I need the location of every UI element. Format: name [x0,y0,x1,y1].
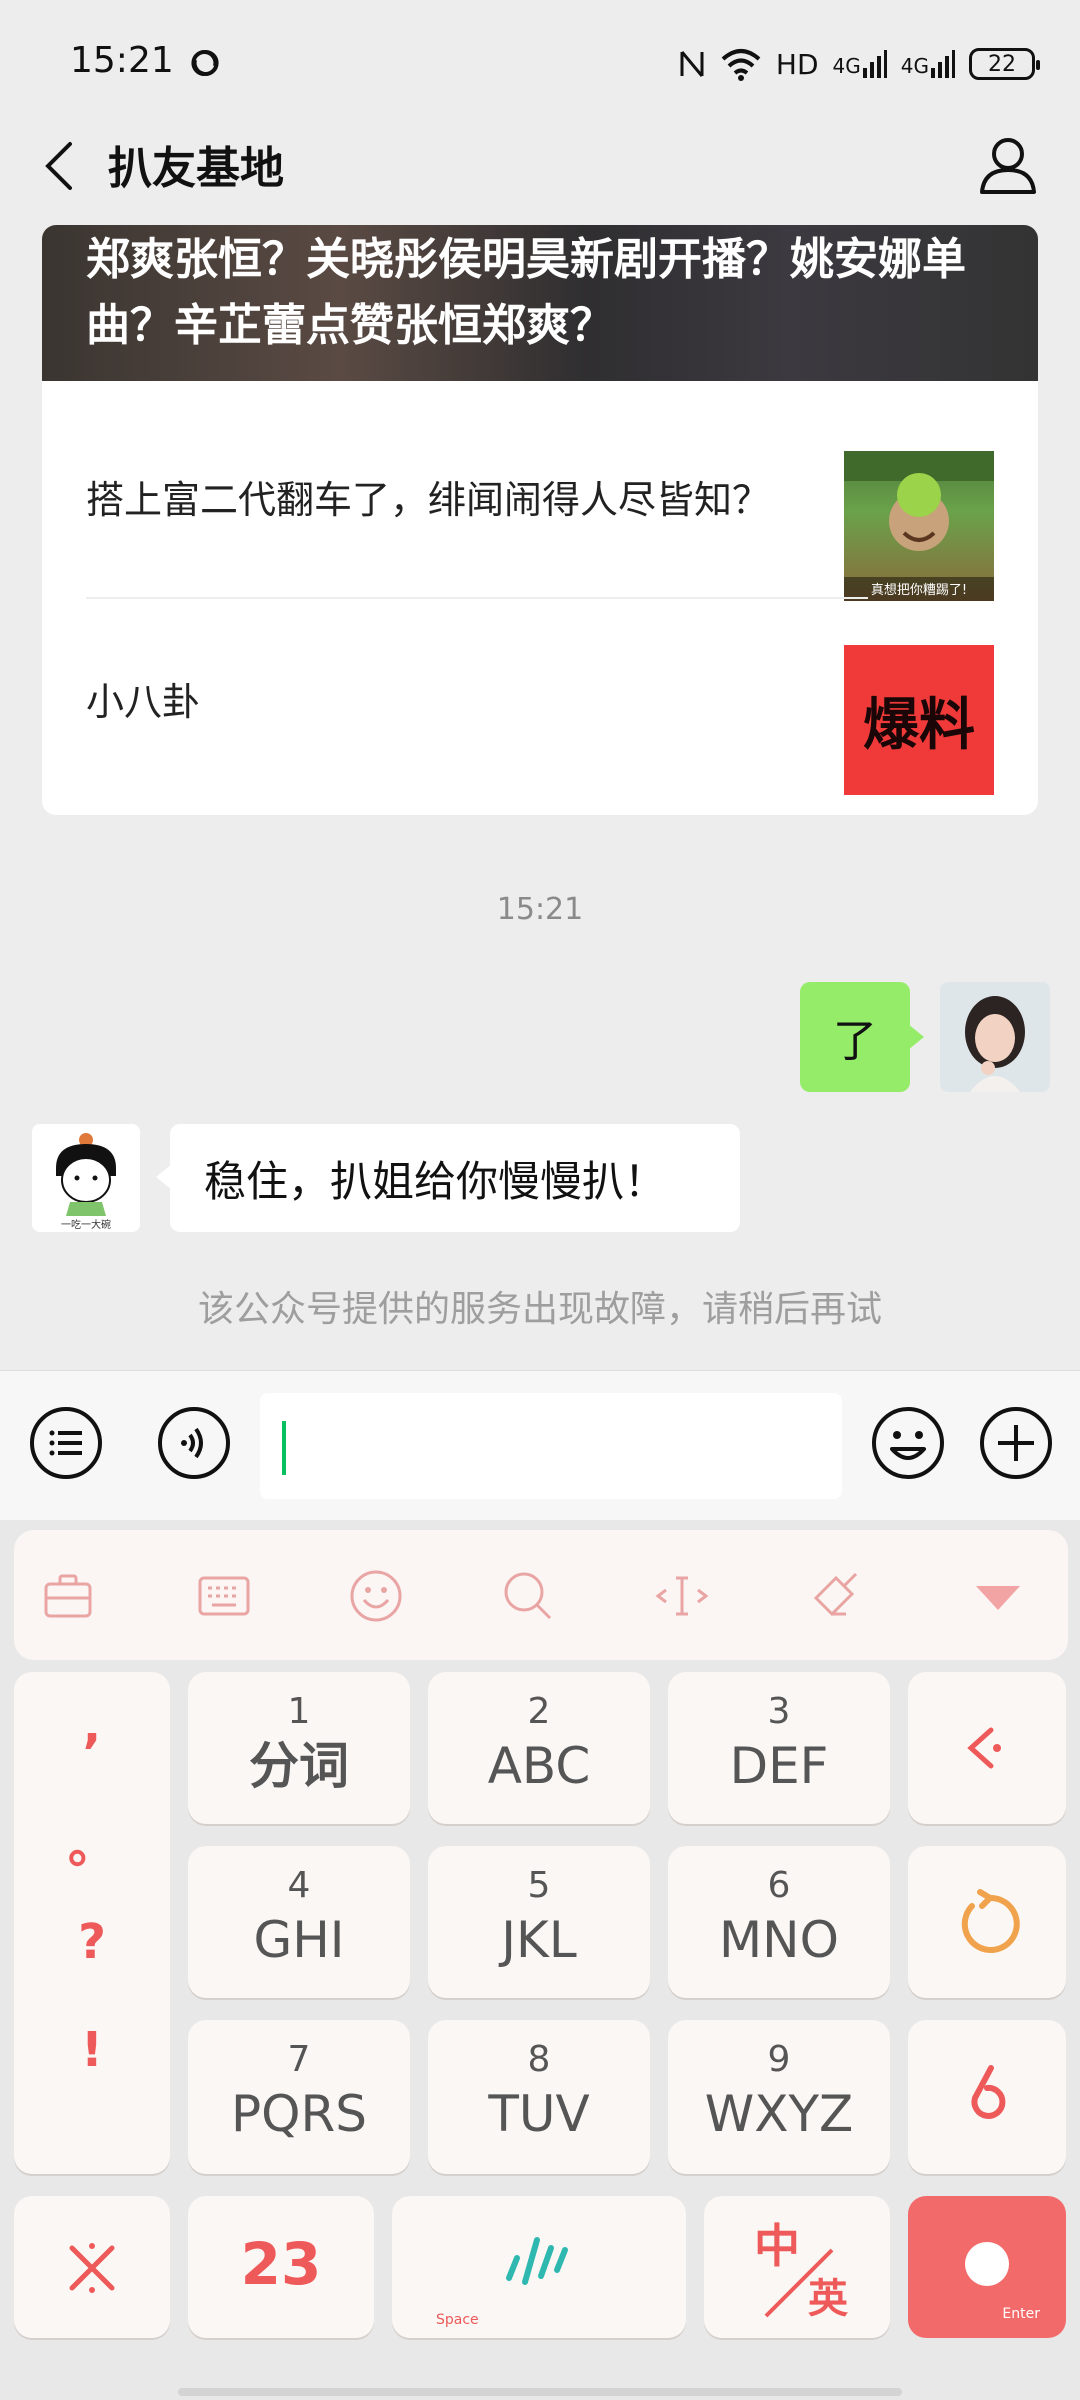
my-avatar[interactable] [940,982,1050,1092]
article-thumbnail: 爆料 [844,645,994,795]
message-text: 稳住，扒姐给你慢慢扒！ [204,1156,667,1206]
voice-icon[interactable] [156,1405,232,1481]
meme-face-icon: 真想把你糟踢了! [844,451,994,601]
article-thumbnail: 真想把你糟踢了! [844,451,994,601]
emoji-icon[interactable] [348,1568,404,1624]
home-indicator[interactable] [178,2388,902,2396]
text-caret [282,1421,286,1475]
back-icon[interactable] [30,130,90,200]
slash-icon [764,2248,834,2318]
backspace-key[interactable] [908,1672,1066,1824]
key-9[interactable]: 9 WXYZ [668,2020,890,2174]
reenter-key[interactable] [908,1846,1066,1998]
article-item[interactable]: 搭上富二代翻车了，绯闻闹得人尽皆知？ 真想把你糟踢了! [86,381,1038,601]
search-icon[interactable] [500,1568,556,1624]
cartoon-avatar-icon: 一吃一大碗 [32,1124,140,1232]
number-switch-key[interactable]: 23 [188,2196,374,2338]
incoming-message-bubble[interactable]: 稳住，扒姐给你慢慢扒！ [156,1124,740,1232]
status-time: 15:21 [70,40,174,81]
baoliao-text: 爆料 [863,691,975,758]
key-6[interactable]: 6 MNO [668,1846,890,1998]
article-hero[interactable]: 郑爽张恒？关晓彤侯明昊新剧开播？姚安娜单曲？辛芷蕾点赞张恒郑爽？ [42,225,1038,381]
collapse-keyboard-icon[interactable] [970,1568,1026,1624]
nav-bar: 扒友基地 [0,110,1080,220]
key-2[interactable]: 2 ABC [428,1672,650,1824]
voice-wave-icon [506,2237,568,2285]
system-notice: 该公众号提供的服务出现故障，请稍后再试 [197,1289,882,1330]
outgoing-message-bubble[interactable]: 了 [800,982,924,1092]
key-5[interactable]: 5 JKL [428,1846,650,1998]
swype-icon [971,2065,1006,2119]
swype-key[interactable] [908,2020,1066,2174]
article-item-title: 搭上富二代翻车了，绯闻闹得人尽皆知？ [86,478,771,522]
menu-list-icon[interactable] [28,1405,104,1481]
key-1[interactable]: 1 分词 [188,1672,410,1824]
exclamation-key[interactable]: ! [14,2022,170,2078]
backspace-icon [967,1727,1001,1769]
signal-icon [931,50,955,78]
keyboard-toolbar [14,1530,1068,1660]
space-key[interactable]: Space [392,2196,686,2338]
chat-input-bar [0,1370,1080,1520]
key-8[interactable]: 8 TUV [428,2020,650,2174]
official-account-avatar[interactable]: 一吃一大碗 [32,1124,140,1232]
message-timestamp: 15:21 [496,892,584,927]
message-input[interactable] [260,1393,842,1499]
svg-text:真想把你糟踢了!: 真想把你糟踢了! [871,582,967,598]
hd-indicator: HD [775,47,819,81]
key-3[interactable]: 3 DEF [668,1672,890,1824]
theme-brush-icon[interactable] [806,1568,862,1624]
period-key[interactable]: 。 [14,1806,170,1876]
network-2: 4G [901,50,955,78]
emoji-icon[interactable] [870,1405,946,1481]
space-label: Space [436,2312,479,2328]
symbols-key[interactable] [14,2196,170,2338]
punctuation-key-column[interactable]: , 。 ? ! [14,1672,170,2174]
sync-icon [191,49,219,77]
article-hero-title: 郑爽张恒？关晓彤侯明昊新剧开播？姚安娜单曲？辛芷蕾点赞张恒郑爽？ [86,234,966,351]
signal-icon [862,50,887,78]
article-card[interactable]: 郑爽张恒？关晓彤侯明昊新剧开播？姚安娜单曲？辛芷蕾点赞张恒郑爽？ 搭上富二代翻车… [42,225,1038,815]
toolbox-icon[interactable] [40,1568,96,1624]
user-photo-icon [940,982,1050,1092]
language-switch-key[interactable]: 中 英 [704,2196,890,2338]
question-key[interactable]: ? [14,1914,170,1970]
keyboard-layout-icon[interactable] [196,1568,252,1624]
nfc-icon [680,51,704,77]
refresh-icon [961,1889,1020,1953]
enter-icon [965,2242,1009,2286]
svg-text:一吃一大碗: 一吃一大碗 [61,1218,111,1231]
battery-icon: 22 [969,48,1040,80]
message-text: 了 [833,1016,877,1067]
wifi-icon [721,49,761,81]
key-4[interactable]: 4 GHI [188,1846,410,1998]
keyboard: , 。 ? ! 1 分词 2 ABC 3 DEF 4 GHI 5 JKL 6 MNO 7 PQ… [0,1520,1080,2400]
key-7[interactable]: 7 PQRS [188,2020,410,2174]
cursor-move-icon[interactable] [654,1568,710,1624]
article-item-title: 小八卦 [86,680,201,724]
symbols-icon [69,2243,115,2293]
article-item[interactable]: 小八卦 爆料 [86,599,1038,815]
plus-icon[interactable] [978,1405,1054,1481]
page-title: 扒友基地 [108,143,284,194]
user-profile-icon[interactable] [976,130,1040,200]
network-1: 4G [833,50,887,78]
comma-key[interactable]: , [14,1698,170,1754]
enter-key[interactable]: Enter [908,2196,1066,2338]
